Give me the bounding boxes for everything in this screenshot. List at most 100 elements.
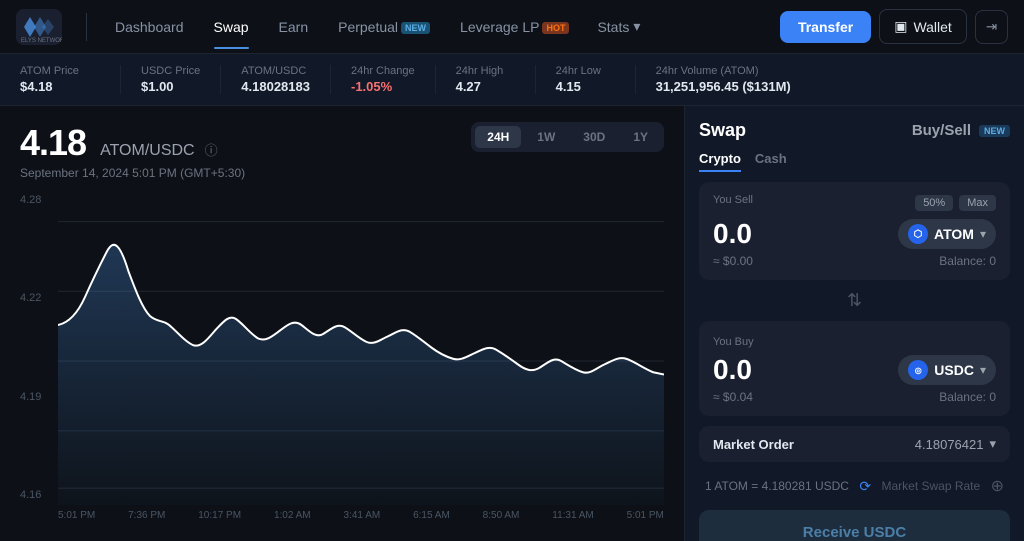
leverage-badge: HOT — [542, 22, 569, 34]
nav-item-earn[interactable]: Earn — [265, 13, 323, 41]
price-item-pair: ATOM/USDC 4.18028183 — [220, 65, 330, 94]
sell-usd: ≈ $0.00 — [713, 254, 753, 268]
chevron-down-icon: ▾ — [633, 18, 640, 35]
sell-token-name: ATOM — [934, 226, 974, 242]
nav-more[interactable]: Stats ▾ — [585, 12, 652, 41]
rate-market-label: Market Swap Rate — [881, 479, 980, 493]
header: ELYS NETWORK Dashboard Swap Earn Perpetu… — [0, 0, 1024, 54]
nav-item-leverage-lp[interactable]: Leverage LPHOT — [446, 13, 583, 41]
tf-1w[interactable]: 1W — [525, 126, 567, 148]
nav-item-dashboard[interactable]: Dashboard — [101, 13, 198, 41]
swap-title: Swap — [699, 120, 746, 141]
rate-swap-icon[interactable]: ⟳ — [859, 478, 871, 495]
sell-box: You Sell 50% Max 0.0 ⬡ ATOM ▾ ≈ $0.00 Ba… — [699, 182, 1010, 280]
exit-icon: ⇥ — [986, 19, 997, 35]
rate-row: 1 ATOM = 4.180281 USDC ⟳ Market Swap Rat… — [699, 472, 1010, 500]
buy-sell-label[interactable]: Buy/Sell — [912, 122, 971, 139]
x-label-7: 11:31 AM — [552, 510, 594, 521]
x-label-8: 5:01 PM — [627, 510, 664, 521]
sell-amount[interactable]: 0.0 — [713, 218, 752, 250]
y-label-1: 4.22 — [20, 292, 58, 304]
price-item-volume: 24hr Volume (ATOM) 31,251,956.45 ($131M) — [635, 65, 811, 94]
nav: Dashboard Swap Earn PerpetualNEW Leverag… — [101, 12, 776, 41]
svg-text:ELYS NETWORK: ELYS NETWORK — [21, 38, 62, 44]
wallet-button[interactable]: ▣ Wallet — [879, 9, 967, 44]
price-item-high: 24hr High 4.27 — [435, 65, 535, 94]
x-label-6: 8:50 AM — [483, 510, 520, 521]
x-label-1: 7:36 PM — [128, 510, 165, 521]
market-order: Market Order 4.18076421 ▾ — [699, 426, 1010, 462]
chart-price: 4.18 — [20, 122, 86, 164]
panel-header: Swap Buy/Sell NEW — [699, 120, 1010, 141]
chart-date: September 14, 2024 5:01 PM (GMT+5:30) — [20, 166, 245, 180]
exit-button[interactable]: ⇥ — [975, 10, 1008, 44]
chart-timeframes: 24H 1W 30D 1Y — [471, 122, 664, 152]
perpetual-badge: NEW — [401, 22, 430, 34]
transfer-button[interactable]: Transfer — [780, 11, 871, 43]
pair-value: 4.18028183 — [241, 79, 310, 94]
atom-price-label: ATOM Price — [20, 65, 100, 77]
nav-item-swap[interactable]: Swap — [200, 13, 263, 41]
buy-sell-badge: NEW — [979, 125, 1010, 137]
volume-value: 31,251,956.45 ($131M) — [656, 79, 791, 94]
sell-label: You Sell — [713, 194, 753, 206]
info-icon: ⓘ — [205, 140, 218, 159]
sell-amount-row: 0.0 ⬡ ATOM ▾ — [713, 218, 996, 250]
receive-button[interactable]: Receive USDC — [699, 510, 1010, 541]
sell-balance: Balance: 0 — [939, 254, 996, 268]
sell-token-selector[interactable]: ⬡ ATOM ▾ — [898, 219, 996, 249]
rate-text: 1 ATOM = 4.180281 USDC — [705, 479, 849, 493]
swap-direction-icon[interactable]: ⇅ — [847, 290, 862, 311]
main-content: 4.18 ATOM/USDC ⓘ September 14, 2024 5:01… — [0, 106, 1024, 541]
x-label-2: 10:17 PM — [198, 510, 241, 521]
price-bar: ATOM Price $4.18 USDC Price $1.00 ATOM/U… — [0, 54, 1024, 106]
price-item-atom: ATOM Price $4.18 — [20, 65, 120, 94]
nav-divider — [86, 13, 87, 41]
x-label-0: 5:01 PM — [58, 510, 95, 521]
usdc-token-icon: ◎ — [908, 360, 928, 380]
header-actions: Transfer ▣ Wallet ⇥ — [780, 9, 1008, 44]
buy-token-name: USDC — [934, 362, 974, 378]
sell-options: 50% Max — [915, 195, 996, 211]
change-label: 24hr Change — [351, 65, 415, 77]
x-label-4: 3:41 AM — [344, 510, 381, 521]
buy-box: You Buy 0.0 ◎ USDC ▾ ≈ $0.04 Balance: 0 — [699, 321, 1010, 416]
atom-price-value: $4.18 — [20, 79, 100, 94]
volume-label: 24hr Volume (ATOM) — [656, 65, 791, 77]
y-label-2: 4.19 — [20, 391, 58, 403]
price-item-change: 24hr Change -1.05% — [330, 65, 435, 94]
tab-crypto[interactable]: Crypto — [699, 151, 741, 172]
atom-token-icon: ⬡ — [908, 224, 928, 244]
swap-panel: Swap Buy/Sell NEW Crypto Cash You Sell 5… — [684, 106, 1024, 541]
chart-header: 4.18 ATOM/USDC ⓘ September 14, 2024 5:01… — [20, 122, 664, 180]
market-order-label: Market Order — [713, 437, 794, 452]
usdc-price-value: $1.00 — [141, 79, 200, 94]
nav-item-perpetual[interactable]: PerpetualNEW — [324, 13, 444, 41]
y-label-3: 4.16 — [20, 489, 58, 501]
y-axis: 4.28 4.22 4.19 4.16 — [20, 190, 58, 505]
logo: ELYS NETWORK — [16, 9, 62, 45]
buy-sell-tabs: Buy/Sell NEW — [912, 122, 1010, 139]
price-item-low: 24hr Low 4.15 — [535, 65, 635, 94]
x-axis: 5:01 PM 7:36 PM 10:17 PM 1:02 AM 3:41 AM… — [58, 505, 664, 525]
high-value: 4.27 — [456, 79, 515, 94]
chart-area: 4.18 ATOM/USDC ⓘ September 14, 2024 5:01… — [0, 106, 684, 541]
tf-30d[interactable]: 30D — [571, 126, 617, 148]
chart-canvas: 4.28 4.22 4.19 4.16 — [20, 190, 664, 525]
buy-balance: Balance: 0 — [939, 390, 996, 404]
buy-token-selector[interactable]: ◎ USDC ▾ — [898, 355, 996, 385]
buy-amount[interactable]: 0.0 — [713, 354, 752, 386]
pair-label: ATOM/USDC — [241, 65, 310, 77]
tf-24h[interactable]: 24H — [475, 126, 521, 148]
buy-usd: ≈ $0.04 — [713, 390, 753, 404]
tab-cash[interactable]: Cash — [755, 151, 787, 172]
price-item-usdc: USDC Price $1.00 — [120, 65, 220, 94]
tf-1y[interactable]: 1Y — [621, 126, 660, 148]
pct-badge[interactable]: 50% — [915, 195, 953, 211]
max-badge[interactable]: Max — [959, 195, 996, 211]
rate-expand-icon[interactable]: ⊕ — [991, 476, 1004, 496]
buy-amount-row: 0.0 ◎ USDC ▾ — [713, 354, 996, 386]
chart-svg-container — [58, 190, 664, 505]
market-order-chevron[interactable]: ▾ — [989, 436, 996, 452]
swap-arrow-wrap: ⇅ — [699, 290, 1010, 311]
